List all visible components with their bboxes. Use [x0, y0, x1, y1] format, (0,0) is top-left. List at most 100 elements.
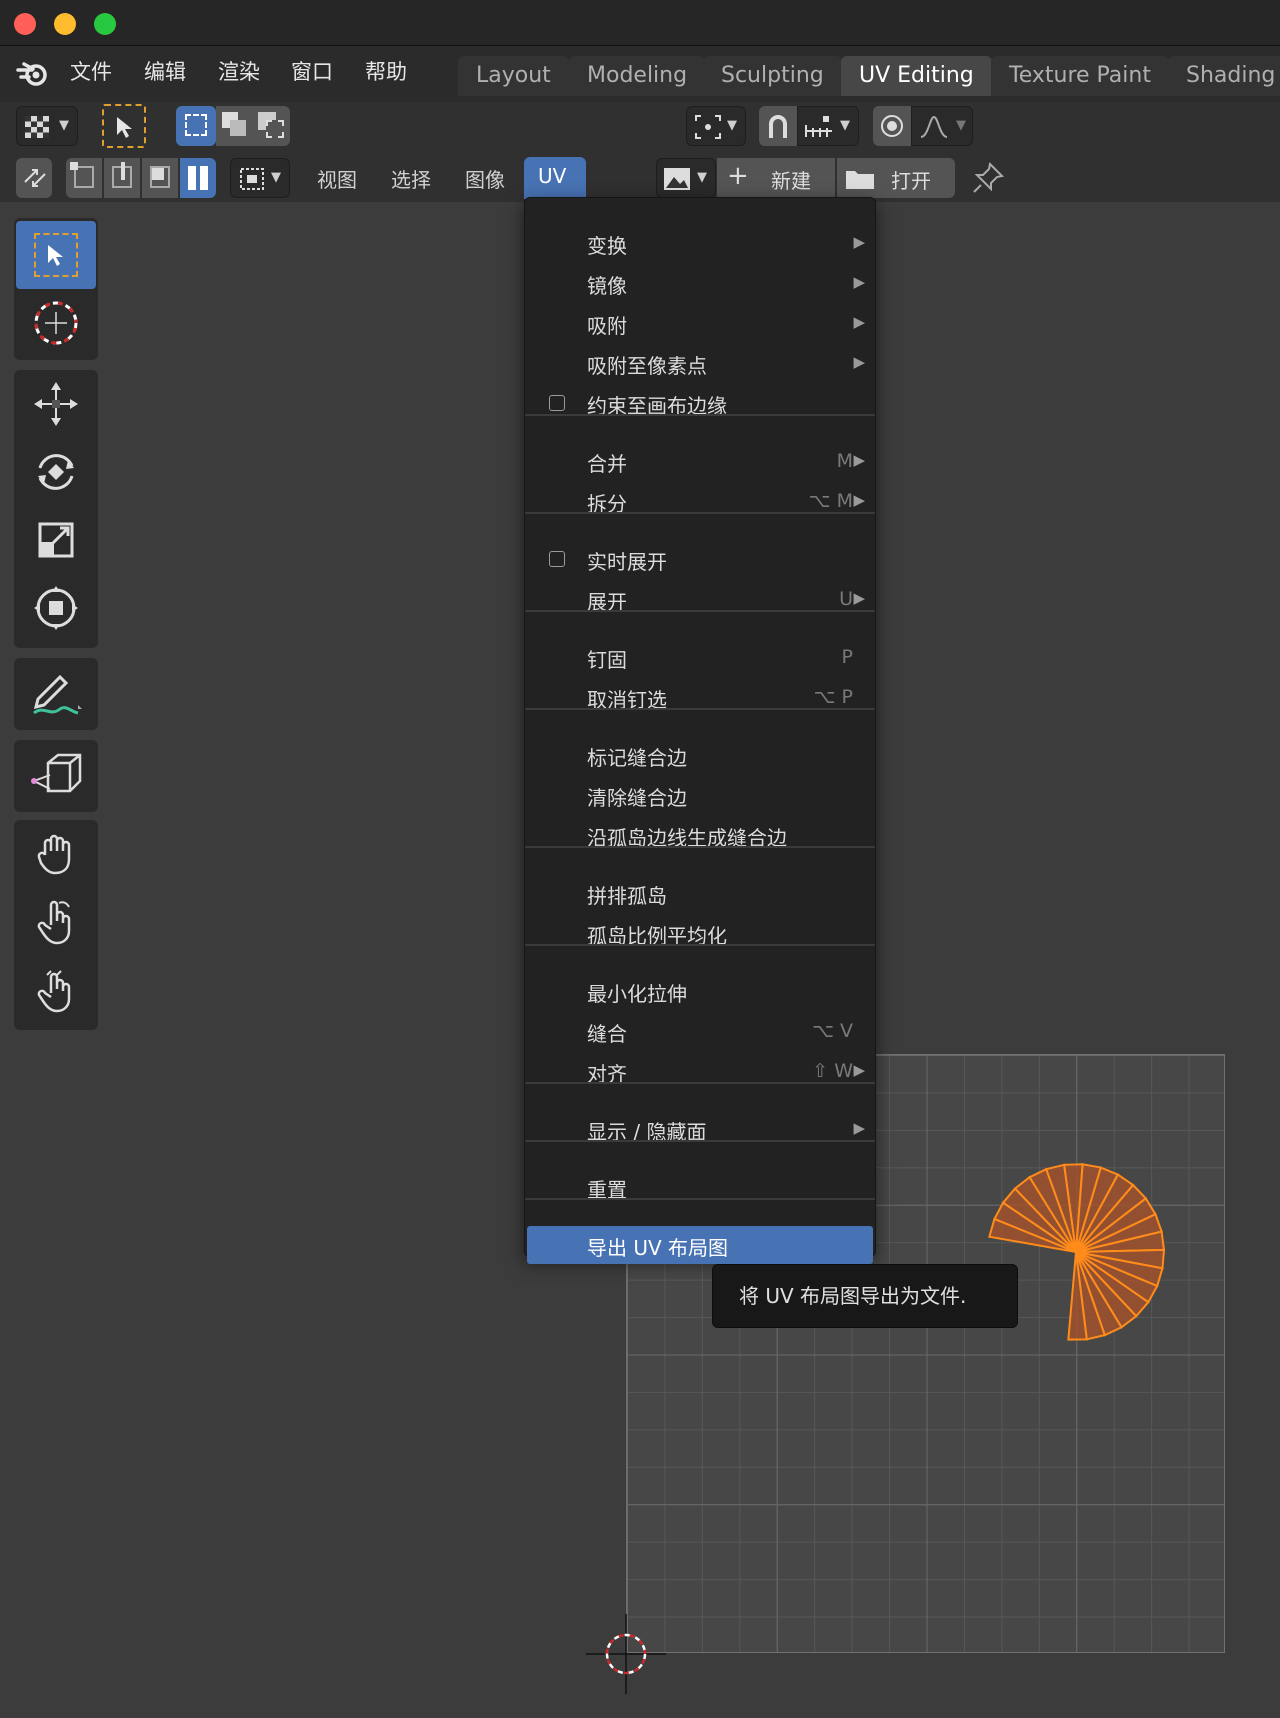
uv-menu-item[interactable]: 约束至画布边缘 — [527, 384, 873, 422]
menu-uv-label: UV — [538, 164, 567, 188]
menu-render[interactable]: 渲染 — [218, 56, 260, 86]
uv-menu-item-label: 吸附 — [587, 314, 627, 338]
menu-help[interactable]: 帮助 — [365, 56, 407, 86]
menu-file[interactable]: 文件 — [70, 56, 112, 86]
menu-view[interactable]: 视图 — [317, 164, 357, 193]
uv-menu-item[interactable]: 重置 — [527, 1168, 873, 1206]
tool-cursor[interactable] — [16, 289, 96, 357]
pivot-icon — [695, 115, 721, 139]
open-image-button[interactable]: 打开 — [837, 158, 955, 198]
shortcut-hint: M — [836, 450, 853, 472]
menu-separator — [525, 944, 875, 946]
vertex-select-button[interactable] — [66, 158, 102, 198]
uv-menu-item[interactable]: 拼排孤岛 — [527, 874, 873, 912]
tool-transform[interactable] — [16, 574, 96, 642]
tool-grab[interactable] — [16, 820, 96, 888]
uv-menu-item-label: 导出 UV 布局图 — [587, 1236, 729, 1260]
tab-uv-editing[interactable]: UV Editing — [841, 56, 992, 96]
shortcut-hint: ⌥ P — [813, 686, 853, 708]
menu-window[interactable]: 窗口 — [291, 56, 333, 86]
tool-rotate[interactable] — [16, 438, 96, 506]
checker-icon — [25, 116, 49, 138]
menu-uv[interactable]: UV — [524, 157, 586, 199]
2d-cursor-icon[interactable] — [586, 1614, 666, 1694]
snap-toggle[interactable] — [759, 106, 797, 146]
maximize-window-button[interactable] — [94, 13, 116, 35]
uv-menu-item[interactable]: 最小化拉伸 — [527, 972, 873, 1010]
tab-modeling[interactable]: Modeling — [569, 56, 706, 96]
uv-menu-item[interactable]: 镜像 ▶ — [527, 264, 873, 302]
island-select-button[interactable] — [180, 158, 216, 198]
scale-icon — [38, 522, 74, 558]
pivot-point-dropdown[interactable]: ▼ — [686, 106, 746, 146]
uv-menu-item[interactable]: 变换 ▶ — [527, 224, 873, 262]
edge-select-button[interactable] — [104, 158, 140, 198]
tab-sculpting[interactable]: Sculpting — [703, 56, 842, 96]
sticky-selection-dropdown[interactable]: ▼ — [230, 158, 290, 198]
relax-hand-icon — [37, 900, 71, 945]
tab-layout[interactable]: Layout — [458, 56, 569, 96]
select-subtract-button[interactable] — [252, 106, 290, 146]
window-titlebar — [0, 0, 1280, 46]
editor-type-dropdown[interactable]: ▼ — [16, 106, 78, 146]
uv-menu-item-label: 标记缝合边 — [587, 746, 687, 770]
chevron-down-icon: ▼ — [727, 118, 737, 133]
uv-menu-item[interactable]: 取消钉选 ⌥ P — [527, 678, 873, 716]
uv-menu-item[interactable]: 展开 U ▶ — [527, 580, 873, 618]
blender-logo-icon[interactable] — [16, 56, 50, 90]
uv-menu-item[interactable]: 清除缝合边 — [527, 776, 873, 814]
face-select-button[interactable] — [142, 158, 178, 198]
tool-select-box[interactable] — [16, 221, 96, 289]
cursor-arrow-icon — [48, 245, 63, 266]
snap-target-dropdown[interactable]: ▼ — [797, 106, 859, 146]
uv-menu-item[interactable]: 吸附至像素点 ▶ — [527, 344, 873, 382]
shortcut-hint: ⌥ V — [812, 1020, 853, 1042]
uv-menu-item[interactable]: 对齐 ⇧ W ▶ — [527, 1052, 873, 1090]
select-box-mode-icon[interactable] — [102, 104, 146, 148]
tool-scale[interactable] — [16, 506, 96, 574]
uv-menu-item[interactable]: 合并 M ▶ — [527, 442, 873, 480]
select-extend-button[interactable] — [216, 106, 252, 146]
sticky-select-icon — [240, 168, 264, 190]
uv-menu-item-label: 钉固 — [587, 648, 627, 672]
checkbox-icon[interactable] — [549, 551, 565, 567]
pin-icon[interactable] — [970, 160, 1006, 196]
sync-selection-toggle[interactable] — [16, 158, 52, 198]
tab-texture-paint[interactable]: Texture Paint — [991, 56, 1169, 96]
shortcut-hint: U — [839, 588, 853, 610]
uv-menu-item[interactable]: 拆分 ⌥ M ▶ — [527, 482, 873, 520]
proportional-editing-toggle[interactable] — [873, 106, 911, 146]
browse-image-dropdown[interactable]: ▼ — [656, 158, 716, 198]
uv-menu-item[interactable]: 导出 UV 布局图 — [527, 1226, 873, 1264]
uv-menu-item[interactable]: 钉固 P — [527, 638, 873, 676]
select-new-button[interactable] — [176, 106, 216, 146]
menu-image[interactable]: 图像 — [465, 164, 505, 193]
chevron-down-icon: ▼ — [840, 118, 850, 133]
menu-edit[interactable]: 编辑 — [144, 56, 186, 86]
chevron-down-icon: ▼ — [271, 170, 281, 185]
tool-pinch[interactable] — [16, 956, 96, 1024]
tool-relax[interactable] — [16, 888, 96, 956]
uv-menu-item[interactable]: 显示 / 隐藏面 ▶ — [527, 1110, 873, 1148]
uv-menu-item[interactable]: 标记缝合边 — [527, 736, 873, 774]
uv-menu-item[interactable]: 孤岛比例平均化 — [527, 914, 873, 952]
tab-shading[interactable]: Shading — [1168, 56, 1280, 96]
tool-annotate[interactable] — [16, 660, 96, 728]
uv-menu-item[interactable]: 沿孤岛边线生成缝合边 — [527, 816, 873, 854]
chevron-down-icon: ▼ — [697, 170, 707, 185]
submenu-arrow-icon: ▶ — [853, 451, 865, 469]
uv-menu-item[interactable]: 缝合 ⌥ V — [527, 1012, 873, 1050]
magnet-icon — [769, 115, 787, 138]
sync-arrows-icon — [24, 169, 46, 187]
menu-select[interactable]: 选择 — [391, 164, 431, 193]
grab-hand-icon — [37, 834, 71, 875]
new-image-button[interactable]: + 新建 — [717, 158, 835, 198]
uv-menu-item[interactable]: 吸附 ▶ — [527, 304, 873, 342]
checkbox-icon[interactable] — [549, 395, 565, 411]
tool-move[interactable] — [16, 370, 96, 438]
tool-rip-region[interactable] — [16, 742, 96, 810]
falloff-dropdown[interactable]: ▼ — [911, 106, 973, 146]
close-window-button[interactable] — [14, 13, 36, 35]
minimize-window-button[interactable] — [54, 13, 76, 35]
uv-menu-item[interactable]: 实时展开 — [527, 540, 873, 578]
